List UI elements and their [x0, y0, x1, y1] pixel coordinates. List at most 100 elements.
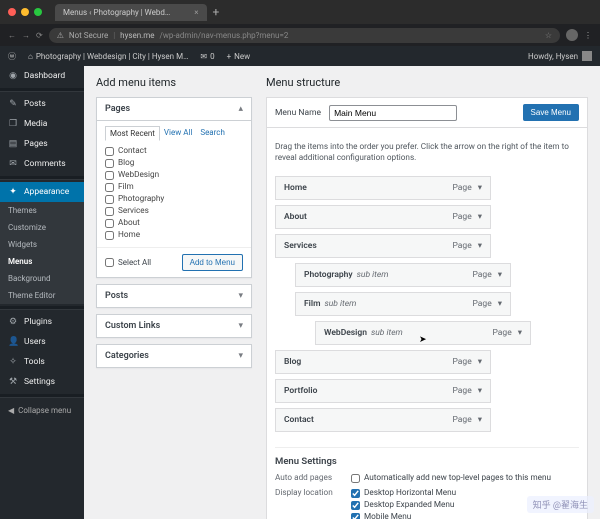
submenu-background[interactable]: Background	[0, 270, 84, 287]
menu-item-contact[interactable]: ContactPage▾	[275, 408, 491, 432]
pages-title: Pages	[105, 104, 130, 114]
submenu-widgets[interactable]: Widgets	[0, 236, 84, 253]
chevron-down-icon[interactable]: ▾	[478, 183, 482, 193]
loc-desktop-expanded[interactable]: Desktop Expanded Menu	[351, 500, 456, 510]
browser-tab[interactable]: Menus ‹ Photography | Webd… ×	[55, 4, 207, 21]
my-account[interactable]: Howdy, Hysen	[528, 51, 592, 61]
menu-item-portfolio[interactable]: PortfolioPage▾	[275, 379, 491, 403]
pages-postbox-header[interactable]: Pages ▴	[97, 98, 251, 121]
sidebar-item-media[interactable]: ❐Media	[0, 114, 84, 134]
sidebar-item-pages[interactable]: ▤Pages	[0, 134, 84, 154]
comments-icon: ✉	[8, 159, 18, 169]
chevron-down-icon[interactable]: ▾	[478, 415, 482, 425]
maximize-window-icon[interactable]	[34, 8, 42, 16]
menu-icon[interactable]: ⋮	[584, 31, 592, 40]
comments-link[interactable]: ✉ 0	[200, 52, 214, 61]
url-bar[interactable]: ⚠ Not Secure | hysen.me/wp-admin/nav-men…	[49, 28, 560, 43]
menu-name-bar: Menu Name Save Menu	[266, 97, 588, 128]
chevron-down-icon[interactable]: ▾	[518, 328, 522, 338]
custom-links-header[interactable]: Custom Links ▾	[97, 315, 251, 337]
expand-icon[interactable]: ▾	[238, 351, 243, 361]
loc-desktop-horizontal[interactable]: Desktop Horizontal Menu	[351, 488, 456, 498]
save-menu-button[interactable]: Save Menu	[523, 104, 579, 121]
menu-name-input[interactable]	[329, 105, 457, 121]
submenu-theme-editor[interactable]: Theme Editor	[0, 287, 84, 304]
page-checkbox-about[interactable]: About	[105, 217, 243, 229]
close-window-icon[interactable]	[8, 8, 16, 16]
select-all-checkbox[interactable]: Select All	[105, 258, 151, 267]
categories-header[interactable]: Categories ▾	[97, 345, 251, 367]
pages-tabs: Most Recent View All Search	[97, 121, 251, 141]
sidebar-item-dashboard[interactable]: ◉Dashboard	[0, 66, 84, 86]
minimize-window-icon[interactable]	[21, 8, 29, 16]
sidebar-item-comments[interactable]: ✉Comments	[0, 154, 84, 174]
collapse-icon[interactable]: ▴	[238, 104, 243, 114]
page-checkbox-blog[interactable]: Blog	[105, 157, 243, 169]
tab-view-all[interactable]: View All	[160, 126, 196, 141]
pages-footer: Select All Add to Menu	[97, 247, 251, 277]
add-menu-items-column: Add menu items Pages ▴ Most Recent View …	[96, 76, 252, 509]
page-checkbox-home[interactable]: Home	[105, 229, 243, 241]
page-checkbox-photography[interactable]: Photography	[105, 193, 243, 205]
sidebar-item-plugins[interactable]: ⚙Plugins	[0, 312, 84, 332]
sidebar-item-posts[interactable]: ✎Posts	[0, 94, 84, 114]
chevron-down-icon[interactable]: ▾	[478, 386, 482, 396]
add-to-menu-button[interactable]: Add to Menu	[182, 254, 243, 271]
submenu-customize[interactable]: Customize	[0, 219, 84, 236]
tab-strip: Menus ‹ Photography | Webd… × +	[55, 4, 219, 21]
chevron-down-icon[interactable]: ▾	[478, 357, 482, 367]
pages-postbox: Pages ▴ Most Recent View All Search Cont…	[96, 97, 252, 278]
auto-add-checkbox[interactable]: Automatically add new top-level pages to…	[351, 473, 551, 483]
submenu-menus[interactable]: Menus	[0, 253, 84, 270]
posts-postbox-header[interactable]: Posts ▾	[97, 285, 251, 307]
page-checkbox-film[interactable]: Film	[105, 181, 243, 193]
main-content: Add menu items Pages ▴ Most Recent View …	[84, 66, 600, 519]
page-checkbox-webdesign[interactable]: WebDesign	[105, 169, 243, 181]
menu-item-home[interactable]: HomePage▾	[275, 176, 491, 200]
new-content-link[interactable]: + New	[227, 52, 251, 61]
tab-title: Menus ‹ Photography | Webd…	[63, 8, 170, 17]
auto-add-row: Auto add pages Automatically add new top…	[275, 473, 579, 485]
expand-icon[interactable]: ▾	[238, 321, 243, 331]
site-name-link[interactable]: ⌂ Photography | Webdesign | City | Hysen…	[28, 52, 188, 61]
back-button[interactable]: ←	[8, 31, 16, 40]
profile-icon[interactable]	[566, 29, 578, 41]
menu-structure-column: Menu structure Menu Name Save Menu Drag …	[266, 76, 588, 509]
menu-items-list: HomePage▾ AboutPage▾ ServicesPage▾ Photo…	[275, 172, 579, 447]
menu-item-about[interactable]: AboutPage▾	[275, 205, 491, 229]
bookmark-icon[interactable]: ☆	[545, 31, 552, 40]
collapse-menu-button[interactable]: ◀Collapse menu	[0, 400, 84, 421]
tab-search[interactable]: Search	[196, 126, 229, 141]
wp-logo-icon[interactable]: ⓦ	[8, 51, 16, 62]
expand-icon[interactable]: ▾	[238, 291, 243, 301]
submenu-themes[interactable]: Themes	[0, 202, 84, 219]
sidebar-item-tools[interactable]: ✧Tools	[0, 352, 84, 372]
menu-item-services[interactable]: ServicesPage▾	[275, 234, 491, 258]
posts-postbox: Posts ▾	[96, 284, 252, 308]
menu-item-blog[interactable]: BlogPage▾	[275, 350, 491, 374]
page-checkbox-contact[interactable]: Contact	[105, 145, 243, 157]
add-items-heading: Add menu items	[96, 76, 252, 89]
reload-button[interactable]: ⟳	[36, 31, 43, 40]
page-checkbox-services[interactable]: Services	[105, 205, 243, 217]
menu-item-film[interactable]: Filmsub itemPage▾	[295, 292, 511, 316]
chevron-down-icon[interactable]: ▾	[498, 299, 502, 309]
dashboard-icon: ◉	[8, 71, 18, 81]
custom-links-postbox: Custom Links ▾	[96, 314, 252, 338]
sidebar-item-users[interactable]: 👤Users	[0, 332, 84, 352]
loc-mobile[interactable]: Mobile Menu	[351, 512, 456, 519]
posts-icon: ✎	[8, 99, 18, 109]
chevron-down-icon[interactable]: ▾	[498, 270, 502, 280]
chevron-down-icon[interactable]: ▾	[478, 212, 482, 222]
tab-most-recent[interactable]: Most Recent	[105, 126, 160, 141]
menu-item-photography[interactable]: Photographysub itemPage▾	[295, 263, 511, 287]
pages-icon: ▤	[8, 139, 18, 149]
chevron-down-icon[interactable]: ▾	[478, 241, 482, 251]
mouse-cursor-icon: ➤	[419, 335, 427, 345]
sidebar-item-appearance[interactable]: ✦Appearance	[0, 182, 84, 202]
separator	[0, 306, 84, 310]
new-tab-button[interactable]: +	[213, 5, 220, 19]
forward-button[interactable]: →	[22, 31, 30, 40]
tab-close-icon[interactable]: ×	[194, 8, 198, 17]
sidebar-item-settings[interactable]: ⚒Settings	[0, 372, 84, 392]
